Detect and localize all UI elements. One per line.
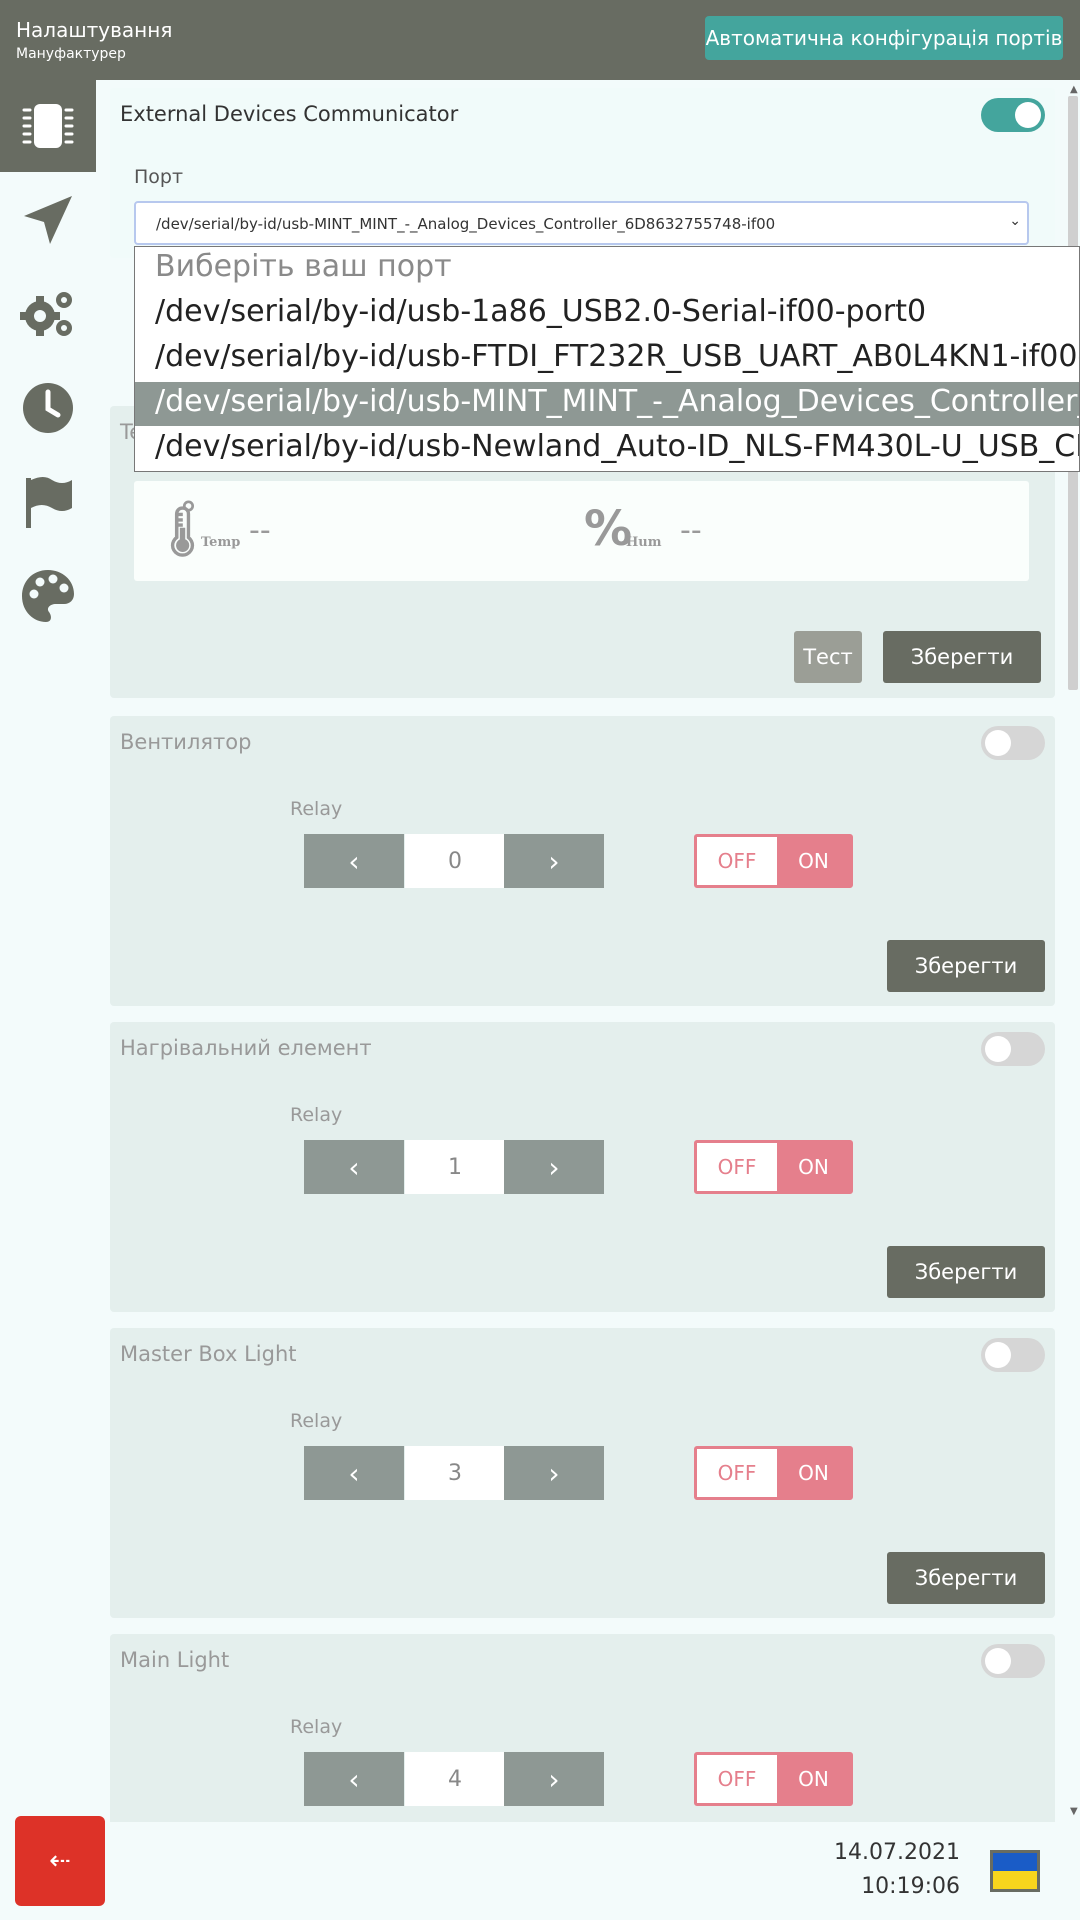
percent-icon: %: [584, 501, 633, 557]
degree-icon: °: [180, 495, 197, 535]
sidebar-item-theme[interactable]: [0, 550, 96, 642]
current-time: 10:19:06: [861, 1874, 960, 1899]
relay-value: 4: [405, 1752, 505, 1806]
relay-increment-button[interactable]: ›: [504, 834, 604, 888]
sensor-readings: 🌡 ° Temp -- % Hum --: [134, 481, 1029, 581]
app-header: Налаштування Мануфактурер Автоматична ко…: [0, 0, 1080, 80]
save-button[interactable]: Зберегти: [883, 631, 1041, 683]
relay-on-button[interactable]: ON: [777, 1755, 850, 1803]
relay-off-button[interactable]: OFF: [697, 1449, 777, 1497]
relay-increment-button[interactable]: ›: [504, 1140, 604, 1194]
chevron-down-icon: ⌄: [1009, 213, 1021, 229]
palette-icon: [22, 570, 74, 622]
sidebar-item-devices[interactable]: [0, 80, 96, 172]
chip-icon: [22, 104, 74, 148]
relay-card-main-light: Main Light Relay ‹ 4 › OFF ON: [110, 1634, 1055, 1822]
relay-increment-button[interactable]: ›: [504, 1446, 604, 1500]
relay-toggle[interactable]: [981, 1644, 1045, 1678]
relay-value: 0: [405, 834, 505, 888]
port-dropdown-list: Виберіть ваш порт /dev/serial/by-id/usb-…: [134, 246, 1080, 472]
port-select-value: /dev/serial/by-id/usb-MINT_MINT_-_Analog…: [156, 215, 776, 233]
edc-card: External Devices Communicator Порт /dev/…: [110, 88, 1055, 258]
relay-card-title: Нагрівальний елемент: [120, 1036, 372, 1060]
relay-toggle[interactable]: [981, 726, 1045, 760]
relay-label: Relay: [290, 1104, 343, 1126]
relay-off-on-switch[interactable]: OFF ON: [694, 1140, 853, 1194]
save-button[interactable]: Зберегти: [887, 940, 1045, 992]
edc-title: External Devices Communicator: [120, 102, 459, 126]
relay-off-on-switch[interactable]: OFF ON: [694, 1446, 853, 1500]
gears-icon: [20, 292, 72, 336]
sidebar-item-settings[interactable]: [0, 268, 96, 360]
temp-label: Temp: [201, 535, 241, 550]
sidebar-item-language[interactable]: [0, 456, 96, 548]
relay-label: Relay: [290, 798, 343, 820]
flag-icon: [26, 477, 72, 528]
save-button[interactable]: Зберегти: [887, 1246, 1045, 1298]
auto-config-ports-button[interactable]: Автоматична конфігурація портів: [705, 16, 1063, 60]
relay-increment-button[interactable]: ›: [504, 1752, 604, 1806]
relay-card-title: Master Box Light: [120, 1342, 297, 1366]
language-flag-button[interactable]: [990, 1850, 1040, 1892]
sidebar-item-schedule[interactable]: [0, 362, 96, 454]
relay-on-button[interactable]: ON: [777, 837, 850, 885]
relay-decrement-button[interactable]: ‹: [304, 1140, 404, 1194]
port-option[interactable]: /dev/serial/by-id/usb-1a86_USB2.0-Serial…: [135, 292, 1079, 336]
toggle-knob: [985, 1036, 1011, 1062]
relay-on-button[interactable]: ON: [777, 1449, 850, 1497]
port-option-selected[interactable]: /dev/serial/by-id/usb-MINT_MINT_-_Analog…: [135, 382, 1079, 426]
sidebar: [0, 80, 96, 1820]
edc-toggle[interactable]: [981, 98, 1045, 132]
relay-label: Relay: [290, 1410, 343, 1432]
relay-card-fan: Вентилятор Relay ‹ 0 › OFF ON Зберегти: [110, 716, 1055, 1006]
relay-decrement-button[interactable]: ‹: [304, 834, 404, 888]
relay-toggle[interactable]: [981, 1032, 1045, 1066]
relay-on-button[interactable]: ON: [777, 1143, 850, 1191]
relay-value: 3: [405, 1446, 505, 1500]
flag-blue-stripe: [993, 1853, 1037, 1871]
relay-off-on-switch[interactable]: OFF ON: [694, 834, 853, 888]
relay-card-title: Вентилятор: [120, 730, 252, 754]
port-select[interactable]: /dev/serial/by-id/usb-MINT_MINT_-_Analog…: [134, 201, 1029, 245]
navigation-arrow-icon: [24, 196, 72, 244]
port-option[interactable]: /dev/serial/by-id/usb-FTDI_FT232R_USB_UA…: [135, 337, 1079, 381]
relay-card-title: Main Light: [120, 1648, 230, 1672]
test-button[interactable]: Тест: [794, 631, 862, 683]
hum-value: --: [680, 513, 702, 548]
toggle-knob: [1015, 102, 1041, 128]
relay-decrement-button[interactable]: ‹: [304, 1752, 404, 1806]
toggle-knob: [985, 730, 1011, 756]
hum-label: Hum: [626, 535, 662, 550]
port-label: Порт: [134, 166, 184, 188]
exit-icon: ⇠: [49, 1846, 71, 1876]
relay-value: 1: [405, 1140, 505, 1194]
clock-icon: [23, 383, 73, 433]
relay-toggle[interactable]: [981, 1338, 1045, 1372]
toggle-knob: [985, 1648, 1011, 1674]
save-button[interactable]: Зберегти: [887, 1552, 1045, 1604]
flag-yellow-stripe: [993, 1871, 1037, 1889]
scroll-up-arrow-icon[interactable]: ▲: [1070, 84, 1078, 95]
relay-off-button[interactable]: OFF: [697, 837, 777, 885]
logout-button[interactable]: ⇠: [15, 1816, 105, 1906]
relay-label: Relay: [290, 1716, 343, 1738]
page-subtitle: Мануфактурер: [16, 46, 126, 62]
port-option-placeholder[interactable]: Виберіть ваш порт: [135, 247, 1079, 291]
scroll-down-arrow-icon[interactable]: ▼: [1070, 1806, 1078, 1817]
current-date: 14.07.2021: [834, 1840, 960, 1865]
page-title: Налаштування: [16, 18, 173, 42]
relay-off-on-switch[interactable]: OFF ON: [694, 1752, 853, 1806]
relay-card-heater: Нагрівальний елемент Relay ‹ 1 › OFF ON …: [110, 1022, 1055, 1312]
temp-value: --: [249, 513, 271, 548]
sidebar-item-navigation[interactable]: [0, 174, 96, 266]
relay-off-button[interactable]: OFF: [697, 1755, 777, 1803]
relay-decrement-button[interactable]: ‹: [304, 1446, 404, 1500]
relay-off-button[interactable]: OFF: [697, 1143, 777, 1191]
toggle-knob: [985, 1342, 1011, 1368]
port-option[interactable]: /dev/serial/by-id/usb-Newland_Auto-ID_NL…: [135, 427, 1079, 471]
relay-card-master-box-light: Master Box Light Relay ‹ 3 › OFF ON Збер…: [110, 1328, 1055, 1618]
